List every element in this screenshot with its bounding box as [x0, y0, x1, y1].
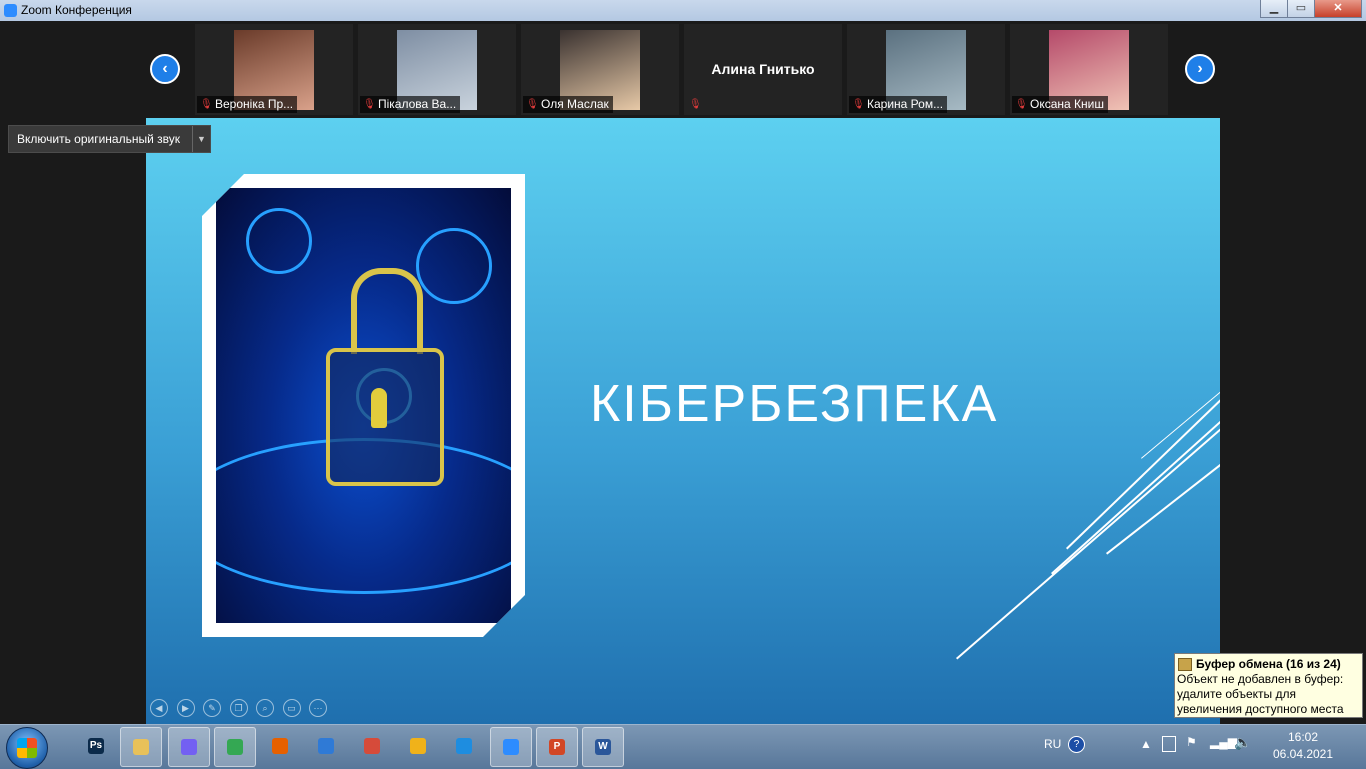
photoshop-icon: Ps	[88, 738, 104, 754]
shared-screen-slide: КІБЕРБЕЗПЕКА	[146, 118, 1220, 724]
window-title: Zoom Конференция	[21, 3, 132, 17]
keyhole-icon	[371, 388, 387, 428]
gallery-prev-button[interactable]: ‹	[150, 54, 180, 84]
taskbar-viber-button[interactable]	[168, 727, 210, 767]
window-title-bar[interactable]: Zoom Конференция ▁ ▭ ✕	[0, 0, 1366, 22]
more-icon[interactable]: ⋯	[309, 699, 327, 717]
muted-mic-icon: 🎙	[1015, 99, 1028, 110]
muted-mic-icon: 🎙	[363, 99, 376, 110]
taskbar-download-button[interactable]	[306, 727, 346, 765]
original-sound-label: Включить оригинальный звук	[17, 132, 181, 146]
taskbar-app-blue-button[interactable]	[444, 727, 484, 765]
decorative-line	[1066, 367, 1220, 550]
volume-icon[interactable]: 🔈	[1234, 734, 1251, 751]
chrome-icon	[227, 739, 243, 755]
download-icon	[318, 738, 334, 754]
notification-title: Буфер обмена (16 из 24)	[1196, 657, 1341, 671]
taskbar-powerpoint-button[interactable]: P	[536, 727, 578, 767]
powerpoint-icon: P	[549, 739, 565, 755]
notification-header: Буфер обмена (16 из 24)	[1177, 657, 1360, 672]
taskbar-chrome-button[interactable]	[214, 727, 256, 767]
next-slide-icon[interactable]: ▶	[176, 699, 195, 717]
taskbar-presenter-button[interactable]	[352, 727, 392, 765]
dropdown-arrow-icon[interactable]: ▼	[192, 126, 210, 152]
chevron-left-icon: ‹	[162, 60, 168, 77]
participant-tile[interactable]: Оксана Книш 🎙	[1010, 24, 1168, 115]
pen-icon[interactable]: ✎	[203, 699, 221, 717]
taskbar-firefox-button[interactable]	[260, 727, 300, 765]
participant-tile[interactable]: Вероніка Пр... 🎙	[195, 24, 353, 115]
taskbar-media-button[interactable]	[398, 727, 438, 765]
taskbar-zoom-button[interactable]	[490, 727, 532, 767]
taskbar-explorer-button[interactable]	[120, 727, 162, 767]
zoom-icon	[503, 739, 519, 755]
zoom-app-icon	[4, 4, 17, 17]
taskbar-word-button[interactable]: W	[582, 727, 624, 767]
firefox-icon	[272, 738, 288, 754]
notification-message: Объект не добавлен в буфер: удалите объе…	[1177, 672, 1344, 716]
slide-title: КІБЕРБЕЗПЕКА	[590, 375, 999, 433]
show-hidden-icons-icon[interactable]: ▲	[1140, 737, 1152, 751]
prev-slide-icon[interactable]: ◀	[150, 699, 168, 717]
network-icon[interactable]: ▂▄▆	[1210, 735, 1237, 749]
taskbar: Ps P W RU ? ▲ ⚑ ▂▄▆ 🔈 16:02 06.04.2021	[0, 724, 1366, 769]
participant-tile[interactable]: Пікалова Ва... 🎙	[358, 24, 516, 115]
padlock-shackle	[351, 268, 423, 354]
viber-icon	[181, 739, 197, 755]
circuit-ring	[416, 228, 492, 304]
clock-time: 16:02	[1287, 730, 1319, 744]
padlock-cybersecurity-image	[216, 188, 511, 623]
minimize-button[interactable]: ▁	[1260, 0, 1288, 18]
maximize-button[interactable]: ▭	[1287, 0, 1315, 18]
clock-date: 06.04.2021	[1272, 747, 1334, 761]
explorer-icon	[133, 739, 149, 755]
decorative-line	[1141, 374, 1220, 459]
gallery-next-button[interactable]: ›	[1185, 54, 1215, 84]
presenter-icon	[364, 738, 380, 754]
participant-tile[interactable]: Алина Гнитько 🎙	[684, 24, 842, 115]
slide-image-frame	[202, 174, 525, 637]
clipboard-tray-icon[interactable]	[1162, 736, 1176, 752]
clipboard-notification[interactable]: Буфер обмена (16 из 24) Объект не добавл…	[1174, 653, 1363, 718]
muted-mic-icon: 🎙	[852, 99, 865, 110]
muted-mic-icon: 🎙	[526, 99, 539, 110]
zoom-icon[interactable]: ⌕	[256, 699, 274, 717]
participant-tile[interactable]: Оля Маслак 🎙	[521, 24, 679, 115]
copy-icon[interactable]: ❐	[229, 699, 248, 717]
close-button[interactable]: ✕	[1314, 0, 1362, 18]
language-indicator[interactable]: RU	[1044, 737, 1061, 751]
muted-mic-icon: 🎙	[689, 99, 702, 110]
taskbar-photoshop-button[interactable]: Ps	[76, 727, 116, 765]
word-icon: W	[595, 739, 611, 755]
original-sound-button[interactable]: Включить оригинальный звук ▼	[8, 125, 211, 153]
windows-logo-icon	[17, 738, 37, 758]
participant-display-name: Алина Гнитько	[711, 61, 815, 77]
media-icon	[410, 738, 426, 754]
participant-gallery-strip: ‹ Вероніка Пр... 🎙 Пікалова Ва... 🎙 Оля Масл…	[0, 21, 1366, 118]
circuit-ring	[246, 208, 312, 274]
participant-tile[interactable]: Карина Ром... 🎙	[847, 24, 1005, 115]
clock[interactable]: 16:02 06.04.2021	[1268, 729, 1338, 763]
chevron-right-icon: ›	[1197, 60, 1203, 77]
screen-icon[interactable]: ▭	[282, 699, 301, 717]
muted-mic-icon: 🎙	[200, 99, 213, 110]
clipboard-icon	[1178, 658, 1192, 671]
flag-icon[interactable]: ⚑	[1186, 735, 1197, 749]
app-blue-icon	[456, 738, 472, 754]
start-button[interactable]	[6, 727, 48, 769]
help-icon[interactable]: ?	[1068, 736, 1085, 753]
